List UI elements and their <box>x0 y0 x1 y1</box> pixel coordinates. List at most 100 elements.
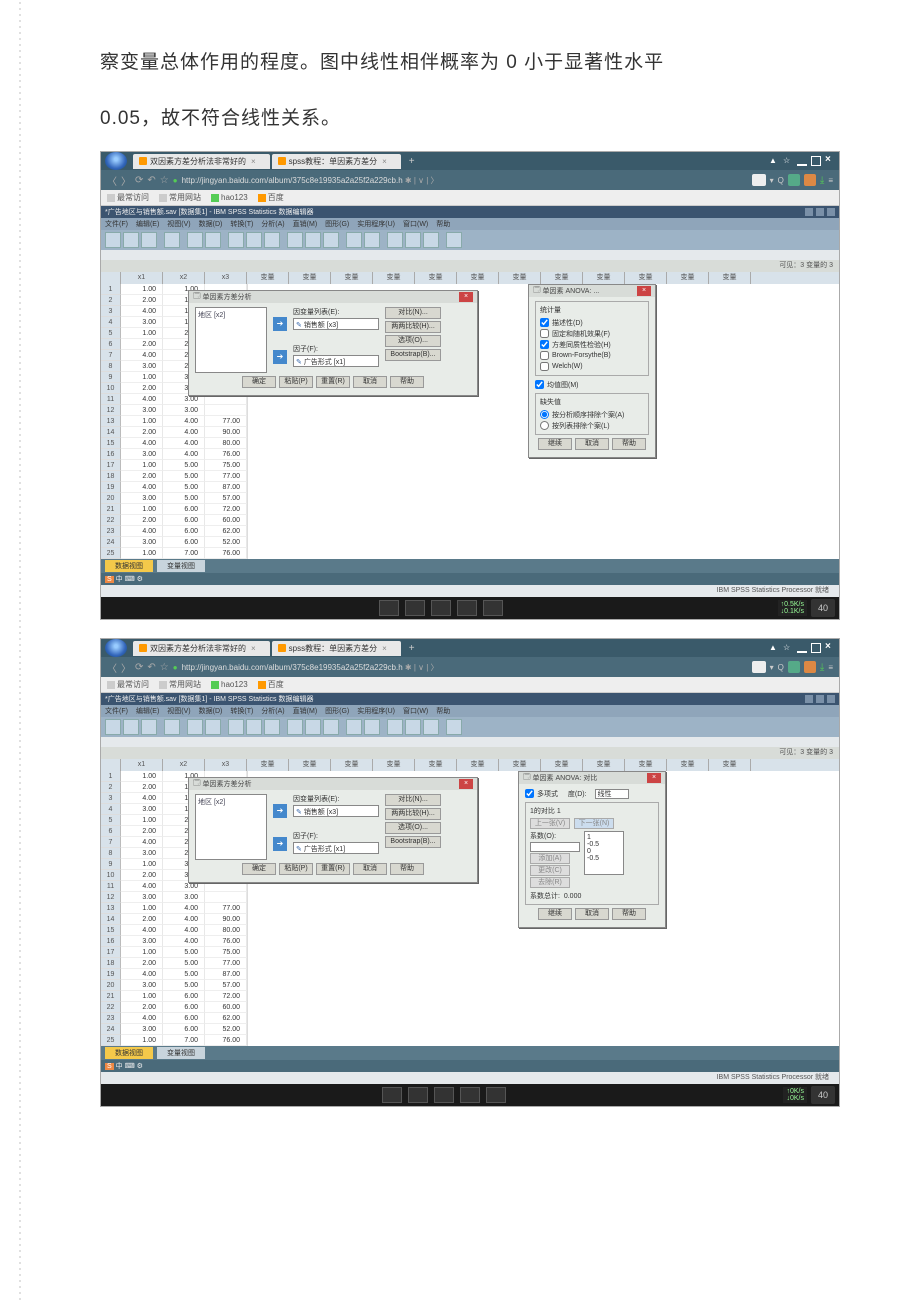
cell[interactable]: 1.00 <box>121 416 163 427</box>
table-row[interactable]: 163.004.0076.00 <box>101 936 247 947</box>
cell[interactable]: 4.00 <box>121 350 163 361</box>
cell[interactable]: 3.00 <box>121 405 163 416</box>
menu-item[interactable]: 帮助 <box>436 219 450 229</box>
reset-button[interactable]: 重置(R) <box>316 376 350 388</box>
cell[interactable]: 80.00 <box>205 925 247 936</box>
browser-tab-2[interactable]: spss教程：单因素方差分× <box>272 154 401 169</box>
maximize-icon[interactable] <box>816 208 824 216</box>
toolbar-button[interactable] <box>164 719 180 735</box>
cell[interactable]: 2.00 <box>121 914 163 925</box>
cell[interactable]: 4.00 <box>163 427 205 438</box>
table-row[interactable]: 171.005.0075.00 <box>101 947 247 958</box>
cell[interactable]: 7.00 <box>163 548 205 559</box>
cell[interactable]: 57.00 <box>205 493 247 504</box>
cell[interactable]: 3.00 <box>163 405 205 416</box>
menu-item[interactable]: 窗口(W) <box>403 219 428 229</box>
close-icon[interactable]: × <box>459 779 473 789</box>
column-header[interactable]: 变量 <box>625 759 667 771</box>
menu-icon[interactable]: ≡ <box>828 663 833 672</box>
list-item[interactable]: -0.5 <box>587 855 621 862</box>
bookmark-common[interactable]: 常用网站 <box>159 679 201 690</box>
task-icon[interactable] <box>382 1087 402 1103</box>
menu-item[interactable]: 直销(M) <box>293 706 318 716</box>
maximize-icon[interactable] <box>811 156 821 166</box>
minimize-icon[interactable] <box>805 695 813 703</box>
cell[interactable]: 4.00 <box>121 438 163 449</box>
list-item[interactable]: -0.5 <box>587 841 621 848</box>
minimize-icon[interactable] <box>797 643 807 653</box>
print-icon[interactable] <box>141 232 157 248</box>
tab-data-view[interactable]: 数据视图 <box>105 560 153 572</box>
table-row[interactable]: 154.004.0080.00 <box>101 438 247 449</box>
task-icon[interactable] <box>486 1087 506 1103</box>
cell[interactable]: 4.00 <box>121 526 163 537</box>
cell[interactable]: 2.00 <box>121 1002 163 1013</box>
cell[interactable]: 6.00 <box>163 991 205 1002</box>
close-icon[interactable]: × <box>459 292 473 302</box>
menu-item[interactable]: 分析(A) <box>261 706 284 716</box>
forward-icon[interactable]: 〉 <box>121 660 131 675</box>
table-row[interactable]: 251.007.0076.00 <box>101 1035 247 1046</box>
task-icon[interactable] <box>434 1087 454 1103</box>
cell[interactable]: 4.00 <box>121 394 163 405</box>
contrast-button[interactable]: 对比(N)... <box>385 794 441 806</box>
browser-tab-1[interactable]: 双因素方差分析法非常好的× <box>133 641 270 656</box>
menu-item[interactable]: 帮助 <box>436 706 450 716</box>
column-header[interactable]: 变量 <box>625 272 667 284</box>
reload-icon[interactable]: ⟳ <box>135 662 143 673</box>
variables-list[interactable]: 地区 [x2] <box>195 307 267 373</box>
table-row[interactable]: 194.005.0087.00 <box>101 482 247 493</box>
value-labels-icon[interactable] <box>346 232 362 248</box>
ok-button[interactable]: 确定 <box>242 863 276 875</box>
cell[interactable]: 52.00 <box>205 537 247 548</box>
column-header[interactable]: 变量 <box>541 759 583 771</box>
browser-tab-1[interactable]: 双因素方差分析法非常好的× <box>133 154 270 169</box>
cancel-button[interactable]: 取消 <box>353 376 387 388</box>
cell[interactable]: 3.00 <box>121 493 163 504</box>
list-item[interactable]: 1 <box>587 834 621 841</box>
toolbar-button[interactable] <box>141 719 157 735</box>
task-icon[interactable] <box>379 600 399 616</box>
column-header[interactable]: 变量 <box>331 272 373 284</box>
toolbar-button[interactable] <box>305 719 321 735</box>
move-right-button[interactable]: ➔ <box>273 804 287 818</box>
column-header[interactable]: 变量 <box>415 759 457 771</box>
cell[interactable]: 87.00 <box>205 482 247 493</box>
close-icon[interactable]: × <box>382 157 387 166</box>
table-row[interactable]: 203.005.0057.00 <box>101 493 247 504</box>
table-row[interactable]: 234.006.0062.00 <box>101 1013 247 1024</box>
next-button[interactable]: 下一张(N) <box>574 818 614 829</box>
column-header[interactable]: 变量 <box>373 272 415 284</box>
bookmark-baidu[interactable]: 百度 <box>258 192 284 203</box>
cell[interactable]: 3.00 <box>121 848 163 859</box>
factor-field[interactable]: ✎ 广告形式 [x1] <box>293 842 379 854</box>
chart-icon[interactable] <box>387 232 403 248</box>
table-row[interactable]: 251.007.0076.00 <box>101 548 247 559</box>
menu-item[interactable]: 转换(T) <box>230 219 253 229</box>
toolbar-button[interactable] <box>205 719 221 735</box>
cell[interactable]: 3.00 <box>121 537 163 548</box>
url-field[interactable]: http://jingyan.baidu.com/album/375c8e199… <box>182 175 748 186</box>
cell[interactable]: 57.00 <box>205 980 247 991</box>
reset-button[interactable]: 重置(R) <box>316 863 350 875</box>
continue-button[interactable]: 继续 <box>538 438 572 450</box>
prev-button[interactable]: 上一张(V) <box>530 818 570 829</box>
cell[interactable]: 1.00 <box>121 328 163 339</box>
cell[interactable]: 1.00 <box>121 903 163 914</box>
table-row[interactable]: 234.006.0062.00 <box>101 526 247 537</box>
download-icon[interactable]: ⤓ <box>820 662 824 673</box>
cell[interactable]: 1.00 <box>121 504 163 515</box>
cell[interactable]: 87.00 <box>205 969 247 980</box>
table-row[interactable]: 222.006.0060.00 <box>101 1002 247 1013</box>
cell[interactable]: 5.00 <box>163 460 205 471</box>
cell[interactable]: 4.00 <box>121 482 163 493</box>
cell[interactable]: 2.00 <box>121 515 163 526</box>
help-button[interactable]: 帮助 <box>612 438 646 450</box>
task-icon[interactable] <box>457 600 477 616</box>
help-button[interactable]: 帮助 <box>612 908 646 920</box>
table-row[interactable]: 211.006.0072.00 <box>101 991 247 1002</box>
degree-select[interactable]: 线性 <box>595 789 629 799</box>
cell[interactable]: 2.00 <box>121 826 163 837</box>
column-header[interactable]: 变量 <box>583 272 625 284</box>
cell[interactable]: 4.00 <box>121 793 163 804</box>
